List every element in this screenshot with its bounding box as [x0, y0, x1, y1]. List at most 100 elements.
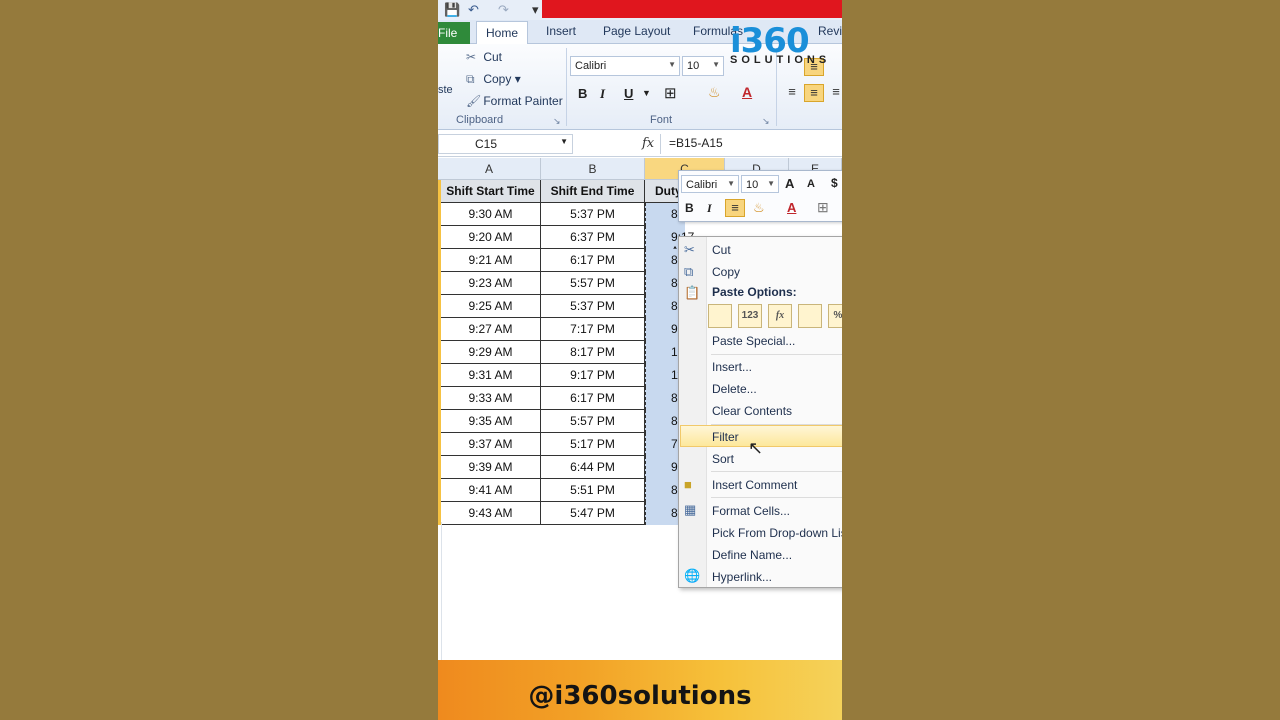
mini-font-color-button[interactable]: A	[787, 200, 796, 215]
copy-icon: ⧉	[684, 264, 694, 279]
table-cell-start[interactable]: 9:41 AM	[441, 479, 541, 502]
table-cell-end[interactable]: 5:37 PM	[541, 203, 645, 226]
redo-icon[interactable]: ↷	[498, 2, 509, 18]
table-cell-start[interactable]: 9:20 AM	[441, 226, 541, 249]
menu-separator	[711, 497, 842, 498]
menu-item-format-cells[interactable]: Format Cells...	[712, 504, 790, 518]
format-painter-button[interactable]: 🖌 Format Painter	[466, 94, 563, 108]
menu-item-insert-comment[interactable]: Insert Comment	[712, 478, 797, 492]
paste-formulas-button[interactable]: fx	[768, 304, 792, 328]
table-cell-end[interactable]: 8:17 PM	[541, 341, 645, 364]
menu-item-clear-contents[interactable]: Clear Contents	[712, 404, 792, 418]
menu-item-paste-special[interactable]: Paste Special...	[712, 334, 795, 348]
name-box[interactable]: C15 ▼	[438, 134, 573, 154]
font-launcher-icon[interactable]: ↘	[762, 116, 770, 127]
header-shift-start[interactable]: Shift Start Time	[441, 180, 541, 203]
menu-item-delete[interactable]: Delete...	[712, 382, 757, 396]
tab-page-layout[interactable]: Page Layout	[603, 24, 670, 38]
table-cell-end[interactable]: 5:47 PM	[541, 502, 645, 525]
italic-button[interactable]: I	[600, 86, 605, 102]
table-cell-end[interactable]: 9:17 PM	[541, 364, 645, 387]
copy-button[interactable]: ⧉ Copy ▾	[466, 72, 521, 87]
mini-fill-color-icon[interactable]: ♨	[753, 200, 765, 216]
table-cell-start[interactable]: 9:25 AM	[441, 295, 541, 318]
table-cell-start[interactable]: 9:30 AM	[441, 203, 541, 226]
align-right-icon[interactable]: ≡	[826, 84, 842, 102]
menu-item-pick-dropdown[interactable]: Pick From Drop-down List	[712, 526, 842, 540]
align-left-icon[interactable]: ≡	[782, 84, 802, 102]
table-cell-start[interactable]: 9:23 AM	[441, 272, 541, 295]
table-cell-start[interactable]: 9:33 AM	[441, 387, 541, 410]
font-size-select[interactable]: 10 ▼	[682, 56, 724, 76]
clipboard-launcher-icon[interactable]: ↘	[553, 116, 561, 127]
context-menu: ✂ Cut ⧉ Copy 📋 Paste Options: 123 fx % P…	[678, 236, 842, 588]
chevron-down-icon[interactable]: ▼	[642, 88, 651, 98]
left-background	[0, 0, 438, 720]
paste-button[interactable]	[708, 304, 732, 328]
tab-home[interactable]: Home	[476, 21, 528, 45]
copy-icon: ⧉	[466, 72, 475, 86]
tab-file[interactable]: File	[438, 22, 470, 44]
mini-borders-icon[interactable]: ⊞	[817, 199, 829, 216]
mini-size-value: 10	[746, 179, 759, 191]
menu-item-hyperlink[interactable]: Hyperlink...	[712, 570, 772, 584]
font-color-icon[interactable]: A	[742, 84, 752, 100]
table-cell-start[interactable]: 9:37 AM	[441, 433, 541, 456]
table-cell-end[interactable]: 6:17 PM	[541, 249, 645, 272]
paste-transpose-button[interactable]	[798, 304, 822, 328]
table-cell-end[interactable]: 5:17 PM	[541, 433, 645, 456]
grow-font-button[interactable]: A	[785, 176, 794, 191]
table-cell-end[interactable]: 5:37 PM	[541, 295, 645, 318]
table-cell-start[interactable]: 9:35 AM	[441, 410, 541, 433]
insert-function-icon[interactable]: fx	[642, 136, 654, 151]
table-cell-start[interactable]: 9:43 AM	[441, 502, 541, 525]
bold-button[interactable]: B	[578, 86, 587, 101]
underline-button[interactable]: U	[624, 86, 633, 101]
currency-button[interactable]: $	[831, 176, 838, 190]
tab-insert[interactable]: Insert	[546, 24, 576, 38]
table-cell-start[interactable]: 9:21 AM	[441, 249, 541, 272]
table-cell-start[interactable]: 9:39 AM	[441, 456, 541, 479]
borders-icon[interactable]: ⊞	[664, 84, 677, 102]
fill-color-icon[interactable]: ♨	[708, 84, 721, 101]
table-cell-end[interactable]: 7:17 PM	[541, 318, 645, 341]
paste-button[interactable]: ste	[438, 84, 453, 96]
undo-icon[interactable]: ↶	[468, 2, 479, 18]
table-cell-start[interactable]: 9:27 AM	[441, 318, 541, 341]
font-family-select[interactable]: Calibri ▼	[570, 56, 680, 76]
table-cell-end[interactable]: 5:51 PM	[541, 479, 645, 502]
align-center-icon[interactable]: ≡	[804, 84, 824, 102]
table-cell-end[interactable]: 5:57 PM	[541, 410, 645, 433]
comment-icon: ■	[684, 477, 692, 492]
brush-icon: 🖌	[466, 94, 482, 108]
menu-item-filter[interactable]: Filter	[712, 430, 739, 444]
column-header-b[interactable]: B	[541, 158, 645, 180]
table-cell-end[interactable]: 5:57 PM	[541, 272, 645, 295]
mini-font-select[interactable]: Calibri ▼	[681, 175, 739, 193]
paste-formatting-button[interactable]: %	[828, 304, 842, 328]
formula-input[interactable]: =B15-A15	[660, 134, 840, 154]
paste-values-button[interactable]: 123	[738, 304, 762, 328]
table-cell-start[interactable]: 9:31 AM	[441, 364, 541, 387]
menu-item-sort[interactable]: Sort	[712, 452, 734, 466]
save-icon[interactable]: 💾	[444, 2, 460, 18]
mini-bold-button[interactable]: B	[685, 201, 694, 215]
mini-center-icon[interactable]: ≡	[725, 199, 745, 217]
menu-item-insert[interactable]: Insert...	[712, 360, 752, 374]
table-cell-end[interactable]: 6:44 PM	[541, 456, 645, 479]
menu-item-define-name[interactable]: Define Name...	[712, 548, 792, 562]
mini-italic-button[interactable]: I	[707, 201, 712, 216]
menu-item-cut[interactable]: Cut	[712, 243, 731, 257]
table-cell-end[interactable]: 6:37 PM	[541, 226, 645, 249]
font-size-value: 10	[687, 60, 700, 72]
menu-item-copy[interactable]: Copy	[712, 265, 740, 279]
mini-font-value: Calibri	[686, 179, 718, 191]
customize-toolbar-icon[interactable]: ▾	[532, 2, 539, 18]
header-shift-end[interactable]: Shift End Time	[541, 180, 645, 203]
table-cell-end[interactable]: 6:17 PM	[541, 387, 645, 410]
cut-button[interactable]: ✂ Cut	[466, 50, 502, 64]
mini-size-select[interactable]: 10 ▼	[741, 175, 779, 193]
table-cell-start[interactable]: 9:29 AM	[441, 341, 541, 364]
column-header-a[interactable]: A	[438, 158, 541, 180]
shrink-font-button[interactable]: A	[807, 178, 815, 190]
